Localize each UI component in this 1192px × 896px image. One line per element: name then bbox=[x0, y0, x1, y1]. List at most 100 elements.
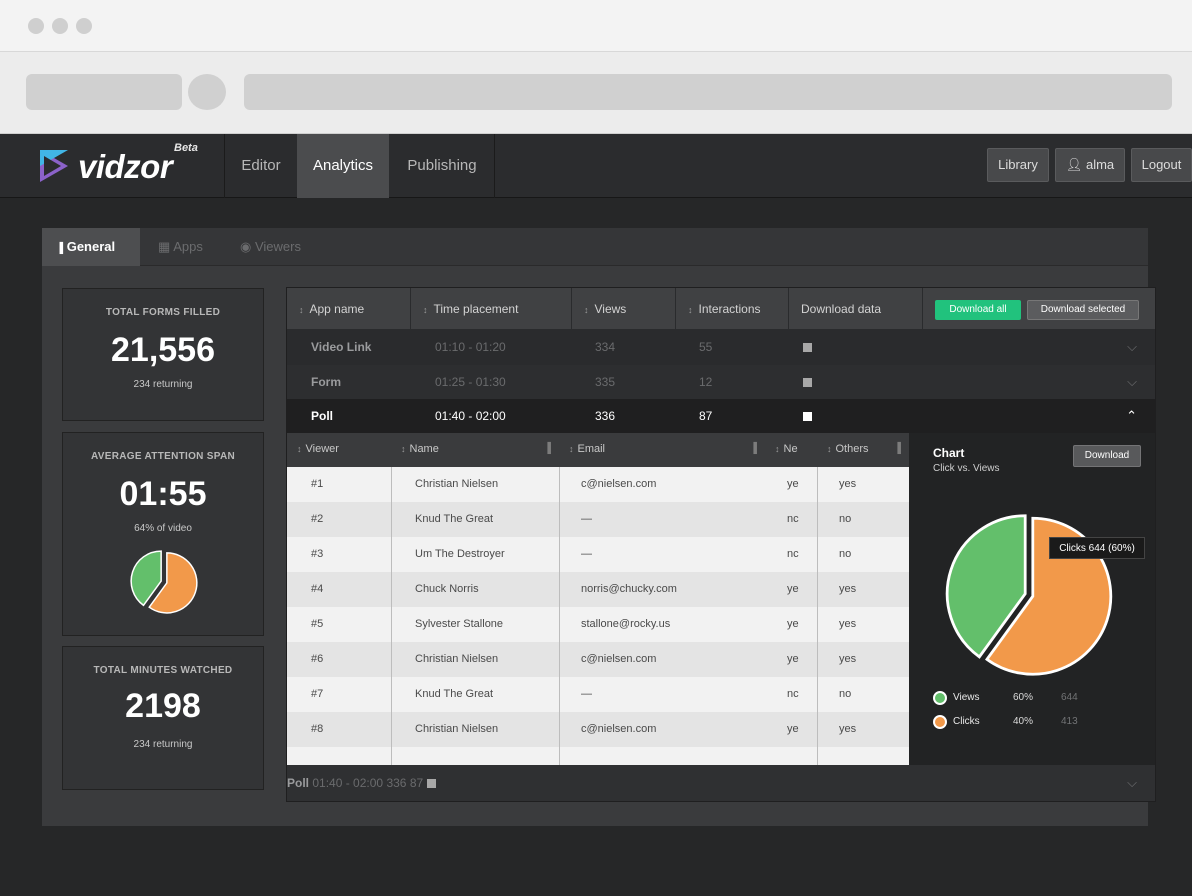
col-others[interactable]: ↕ Others ▐ bbox=[817, 433, 909, 467]
viewer-email: — bbox=[581, 548, 592, 560]
window-minimize-dot[interactable] bbox=[52, 18, 68, 34]
views: 334 bbox=[595, 340, 616, 354]
table-row[interactable]: #7 Knud The Great — nc no bbox=[287, 677, 909, 712]
table-row[interactable]: #6 Christian Nielsen c@nielsen.com ye yes bbox=[287, 642, 909, 677]
col-app-name[interactable]: ↕ App name bbox=[287, 288, 411, 330]
subtab-viewers[interactable]: ◉ Viewers bbox=[226, 228, 318, 266]
chevron-down-icon[interactable]: ⌵ bbox=[1127, 330, 1137, 364]
column-divider bbox=[391, 467, 392, 765]
viewers-table: ↕ Viewer ↕ Name ▐ ↕ Email ▐ ↕ Ne ↕ Others ▐ #1 Ch… bbox=[287, 433, 909, 765]
column-divider bbox=[817, 467, 818, 765]
table-row[interactable]: #8 Christian Nielsen c@nielsen.com ye yes bbox=[287, 712, 909, 747]
viewer-others: yes bbox=[839, 583, 857, 595]
viewer-name: Knud The Great bbox=[415, 513, 494, 525]
subtab-apps-label: Apps bbox=[173, 239, 203, 254]
legend-count: 413 bbox=[1061, 716, 1078, 727]
col-name[interactable]: ↕ Name ▐ bbox=[391, 433, 559, 467]
table-row[interactable]: #3 Um The Destroyer — nc no bbox=[287, 537, 909, 572]
column-divider bbox=[559, 467, 560, 765]
browser-reload-button[interactable] bbox=[188, 74, 226, 110]
viewer-id: #5 bbox=[311, 618, 324, 630]
viewer-others: no bbox=[839, 688, 852, 700]
viewer-name: Chuck Norris bbox=[415, 583, 479, 595]
select-checkbox[interactable] bbox=[426, 776, 436, 790]
select-checkbox[interactable] bbox=[803, 399, 812, 433]
col-label: Name bbox=[409, 443, 439, 455]
subtab-general[interactable]: ▐ General bbox=[42, 228, 140, 266]
sort-icon: ↕ bbox=[688, 305, 693, 315]
nav-tab-editor[interactable]: Editor bbox=[226, 134, 296, 198]
subtab-viewers-label: Viewers bbox=[254, 239, 301, 254]
views: 336 bbox=[595, 409, 616, 423]
col-views[interactable]: ↕ Views bbox=[572, 288, 676, 330]
col-interactions[interactable]: ↕ Interactions bbox=[676, 288, 789, 330]
col-ne[interactable]: ↕ Ne bbox=[765, 433, 817, 467]
nav-tab-publishing[interactable]: Publishing bbox=[390, 134, 494, 198]
subtab-apps[interactable]: ▦ Apps bbox=[144, 228, 222, 266]
apps-table: ↕ App name ↕ Time placement ↕ Views ↕ Intera… bbox=[286, 287, 1156, 802]
stat-sub: 234 returning bbox=[133, 739, 193, 750]
nav-tab-analytics[interactable]: Analytics bbox=[297, 134, 389, 198]
select-checkbox[interactable] bbox=[803, 365, 812, 399]
time-placement: 01:40 - 02:00 bbox=[312, 776, 384, 790]
views: 336 bbox=[386, 776, 407, 790]
col-time-placement[interactable]: ↕ Time placement bbox=[411, 288, 572, 330]
col-label: Viewer bbox=[305, 443, 339, 455]
table-row[interactable]: Poll 01:40 - 02:00 336 87 ⌵ bbox=[287, 765, 1155, 801]
nav-divider bbox=[494, 134, 495, 198]
table-row[interactable]: #1 Christian Nielsen c@nielsen.com ye yes bbox=[287, 467, 909, 502]
viewer-email: c@nielsen.com bbox=[581, 723, 657, 735]
interactions: 87 bbox=[699, 409, 713, 423]
vidzor-logo[interactable]: vidzor Beta bbox=[40, 142, 220, 190]
table-row[interactable]: #5 Sylvester Stallone stallone@rocky.us ye y… bbox=[287, 607, 909, 642]
col-label: Email bbox=[577, 443, 606, 455]
table-row[interactable]: #4 Chuck Norris norris@chucky.com ye yes bbox=[287, 572, 909, 607]
viewer-email: c@nielsen.com bbox=[581, 478, 657, 490]
logo-play-icon-cutout bbox=[44, 156, 61, 176]
legend-label: Clicks bbox=[953, 716, 980, 727]
interactions: 55 bbox=[699, 340, 713, 354]
sort-icon: ↕ bbox=[827, 444, 832, 454]
viewer-id: #3 bbox=[311, 548, 324, 560]
library-button[interactable]: Library bbox=[987, 148, 1049, 182]
logout-button[interactable]: Logout bbox=[1131, 148, 1192, 182]
stat-value: 21,556 bbox=[111, 331, 215, 369]
chevron-down-icon[interactable]: ⌵ bbox=[1127, 365, 1137, 399]
stat-value: 2198 bbox=[125, 687, 201, 725]
col-email[interactable]: ↕ Email ▐ bbox=[559, 433, 765, 467]
user-menu-button[interactable]: 👤︎ alma bbox=[1055, 148, 1125, 182]
sort-icon: ↕ bbox=[297, 444, 302, 454]
viewer-ne: nc bbox=[787, 688, 799, 700]
chart-panel: Chart Click vs. Views Download Clicks 64… bbox=[909, 433, 1155, 765]
app-name: Form bbox=[311, 375, 341, 389]
legend-percent: 40% bbox=[1013, 716, 1034, 727]
col-viewer[interactable]: ↕ Viewer bbox=[287, 433, 391, 467]
grid-icon: ▦ bbox=[158, 239, 171, 254]
chevron-up-icon[interactable]: ⌃ bbox=[1126, 399, 1137, 433]
viewer-name: Christian Nielsen bbox=[415, 723, 499, 735]
select-checkbox[interactable] bbox=[803, 330, 812, 364]
column-resize-icon[interactable]: ▐ bbox=[750, 433, 757, 465]
table-row[interactable]: Video Link 01:10 - 01:20 334 55 ⌵ bbox=[287, 330, 1155, 364]
table-row-expanded[interactable]: Poll 01:40 - 02:00 336 87 ⌃ bbox=[287, 399, 1155, 433]
viewer-id: #1 bbox=[311, 478, 324, 490]
table-row[interactable]: Form 01:25 - 01:30 335 12 ⌵ bbox=[287, 365, 1155, 399]
legend-percent: 60% bbox=[1013, 692, 1034, 703]
download-all-button[interactable]: Download all bbox=[935, 300, 1021, 320]
download-selected-button[interactable]: Download selected bbox=[1027, 300, 1139, 320]
stat-label: TOTAL FORMS FILLED bbox=[105, 307, 221, 318]
address-bar[interactable] bbox=[244, 74, 1172, 110]
window-close-dot[interactable] bbox=[28, 18, 44, 34]
viewer-email: c@nielsen.com bbox=[581, 653, 657, 665]
viewer-id: #6 bbox=[311, 653, 324, 665]
chevron-down-icon[interactable]: ⌵ bbox=[1127, 765, 1137, 801]
bar-chart-icon: ▐ bbox=[56, 243, 64, 254]
window-zoom-dot[interactable] bbox=[76, 18, 92, 34]
column-resize-icon[interactable]: ▐ bbox=[544, 433, 551, 465]
column-resize-icon[interactable]: ▐ bbox=[894, 433, 901, 465]
viewer-name: Sylvester Stallone bbox=[415, 618, 504, 630]
table-row[interactable]: #2 Knud The Great — nc no bbox=[287, 502, 909, 537]
viewer-others: no bbox=[839, 513, 852, 525]
browser-nav-buttons[interactable] bbox=[26, 74, 182, 110]
stat-label: TOTAL MINUTES WATCHED bbox=[93, 665, 233, 676]
